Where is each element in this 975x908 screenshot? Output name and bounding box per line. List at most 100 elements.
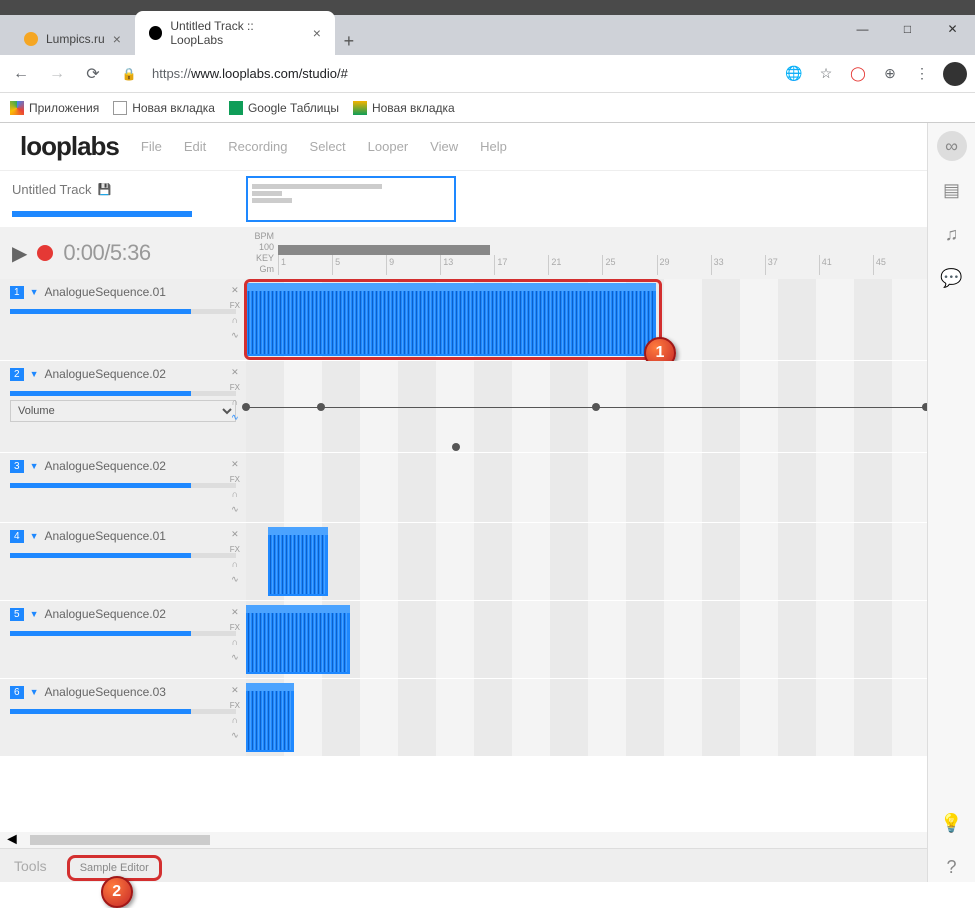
title-progress: [12, 211, 192, 217]
address-bar[interactable]: https://www.looplabs.com/studio/#: [152, 66, 773, 81]
volume-slider[interactable]: [10, 709, 236, 714]
volume-slider[interactable]: [10, 553, 236, 558]
play-button[interactable]: ▶: [12, 241, 27, 266]
fx-icon[interactable]: FX: [230, 542, 240, 556]
shuffle-icon[interactable]: ✕: [231, 527, 239, 541]
menu-view[interactable]: View: [430, 139, 458, 154]
menu-select[interactable]: Select: [310, 139, 346, 154]
fx-icon[interactable]: FX: [230, 380, 240, 394]
shuffle-icon[interactable]: ✕: [231, 365, 239, 379]
audio-clip[interactable]: [246, 283, 656, 356]
menu-help[interactable]: Help: [480, 139, 507, 154]
chevron-down-icon[interactable]: ▼: [30, 287, 39, 297]
volume-slider[interactable]: [10, 391, 236, 396]
reload-button[interactable]: ⟳: [80, 61, 106, 87]
menu-icon[interactable]: ⋮: [911, 63, 933, 85]
new-tab-button[interactable]: +: [335, 27, 363, 55]
browser-tab[interactable]: Lumpics.ru ×: [10, 23, 135, 55]
track-lane[interactable]: [246, 361, 927, 452]
callout-2: 2: [101, 876, 133, 908]
menu-file[interactable]: File: [141, 139, 162, 154]
chevron-down-icon[interactable]: ▼: [30, 687, 39, 697]
minimap[interactable]: [246, 170, 927, 228]
drive-icon[interactable]: ▤: [937, 175, 967, 205]
chat-icon[interactable]: 💬: [937, 263, 967, 293]
track-header[interactable]: 3▼AnalogueSequence.02 ✕FX∩∿: [0, 453, 246, 522]
horizontal-scrollbar[interactable]: ◄: [0, 832, 927, 848]
audio-clip[interactable]: [268, 527, 328, 596]
headphone-icon[interactable]: ∩: [232, 487, 238, 501]
track-lane[interactable]: [246, 601, 927, 678]
bookmark-item[interactable]: Новая вкладка: [113, 101, 215, 115]
shuffle-icon[interactable]: ✕: [231, 457, 239, 471]
record-button[interactable]: [37, 245, 53, 261]
track-header[interactable]: 6▼AnalogueSequence.03 ✕FX∩∿: [0, 679, 246, 756]
audio-clip[interactable]: [246, 683, 294, 752]
loop-icon[interactable]: ∞: [937, 131, 967, 161]
track-header[interactable]: 5▼AnalogueSequence.02 ✕FX∩∿: [0, 601, 246, 678]
headphone-icon[interactable]: ∩: [232, 635, 238, 649]
headphone-icon[interactable]: ∩: [232, 395, 238, 409]
chevron-down-icon[interactable]: ▼: [30, 369, 39, 379]
automation-icon[interactable]: ∿: [231, 728, 239, 742]
project-title[interactable]: Untitled Track💾: [12, 182, 234, 197]
track-lane[interactable]: 1: [246, 279, 927, 360]
automation-icon[interactable]: ∿: [231, 502, 239, 516]
volume-slider[interactable]: [10, 631, 236, 636]
save-icon[interactable]: 💾: [97, 183, 111, 196]
automation-icon[interactable]: ∿: [231, 650, 239, 664]
fx-icon[interactable]: FX: [230, 472, 240, 486]
track-header[interactable]: 2▼AnalogueSequence.02 Volume ✕FX∩∿: [0, 361, 246, 452]
back-button[interactable]: ←: [8, 61, 34, 87]
forward-button[interactable]: →: [44, 61, 70, 87]
chevron-down-icon[interactable]: ▼: [30, 531, 39, 541]
shuffle-icon[interactable]: ✕: [231, 683, 239, 697]
shuffle-icon[interactable]: ✕: [231, 605, 239, 619]
headphone-icon[interactable]: ∩: [232, 313, 238, 327]
menu-edit[interactable]: Edit: [184, 139, 206, 154]
volume-slider[interactable]: [10, 483, 236, 488]
automation-icon[interactable]: ∿: [231, 328, 239, 342]
track-lane[interactable]: [246, 523, 927, 600]
bookmark-item[interactable]: Новая вкладка: [353, 101, 455, 115]
chevron-down-icon[interactable]: ▼: [30, 609, 39, 619]
track-lane[interactable]: [246, 679, 927, 756]
hint-icon[interactable]: 💡: [937, 808, 967, 838]
opera-icon[interactable]: ◯: [847, 63, 869, 85]
menu-looper[interactable]: Looper: [368, 139, 408, 154]
music-icon[interactable]: ♫: [937, 219, 967, 249]
menu-recording[interactable]: Recording: [228, 139, 287, 154]
apps-bookmark[interactable]: Приложения: [10, 101, 99, 115]
profile-avatar[interactable]: [943, 62, 967, 86]
fx-icon[interactable]: FX: [230, 620, 240, 634]
fx-icon[interactable]: FX: [230, 698, 240, 712]
headphone-icon[interactable]: ∩: [232, 557, 238, 571]
headphone-icon[interactable]: ∩: [232, 713, 238, 727]
globe-icon[interactable]: ⊕: [879, 63, 901, 85]
track-header[interactable]: 1▼AnalogueSequence.01 ✕FX∩∿: [0, 279, 246, 360]
timeline-ruler[interactable]: 159131721252933374145: [278, 227, 927, 279]
automation-icon[interactable]: ∿: [231, 572, 239, 586]
close-icon[interactable]: ×: [313, 25, 321, 41]
automation-icon[interactable]: ∿: [231, 410, 239, 424]
chevron-down-icon[interactable]: ▼: [30, 461, 39, 471]
track-lane[interactable]: [246, 453, 927, 522]
window-close[interactable]: ✕: [930, 14, 975, 44]
help-icon[interactable]: ?: [937, 852, 967, 882]
window-minimize[interactable]: —: [840, 14, 885, 44]
fx-icon[interactable]: FX: [230, 298, 240, 312]
track-name: AnalogueSequence.02: [44, 459, 165, 473]
bookmark-item[interactable]: Google Таблицы: [229, 101, 339, 115]
shuffle-icon[interactable]: ✕: [231, 283, 239, 297]
track-row: 6▼AnalogueSequence.03 ✕FX∩∿: [0, 679, 927, 757]
volume-slider[interactable]: [10, 309, 236, 314]
track-header[interactable]: 4▼AnalogueSequence.01 ✕FX∩∿: [0, 523, 246, 600]
browser-tab-active[interactable]: Untitled Track :: LoopLabs ×: [135, 11, 335, 55]
audio-clip[interactable]: [246, 605, 350, 674]
automation-line[interactable]: [246, 407, 927, 408]
star-icon[interactable]: ☆: [815, 63, 837, 85]
automation-select[interactable]: Volume: [10, 400, 236, 422]
window-maximize[interactable]: □: [885, 14, 930, 44]
translate-icon[interactable]: 🌐: [783, 63, 805, 85]
close-icon[interactable]: ×: [113, 31, 121, 47]
